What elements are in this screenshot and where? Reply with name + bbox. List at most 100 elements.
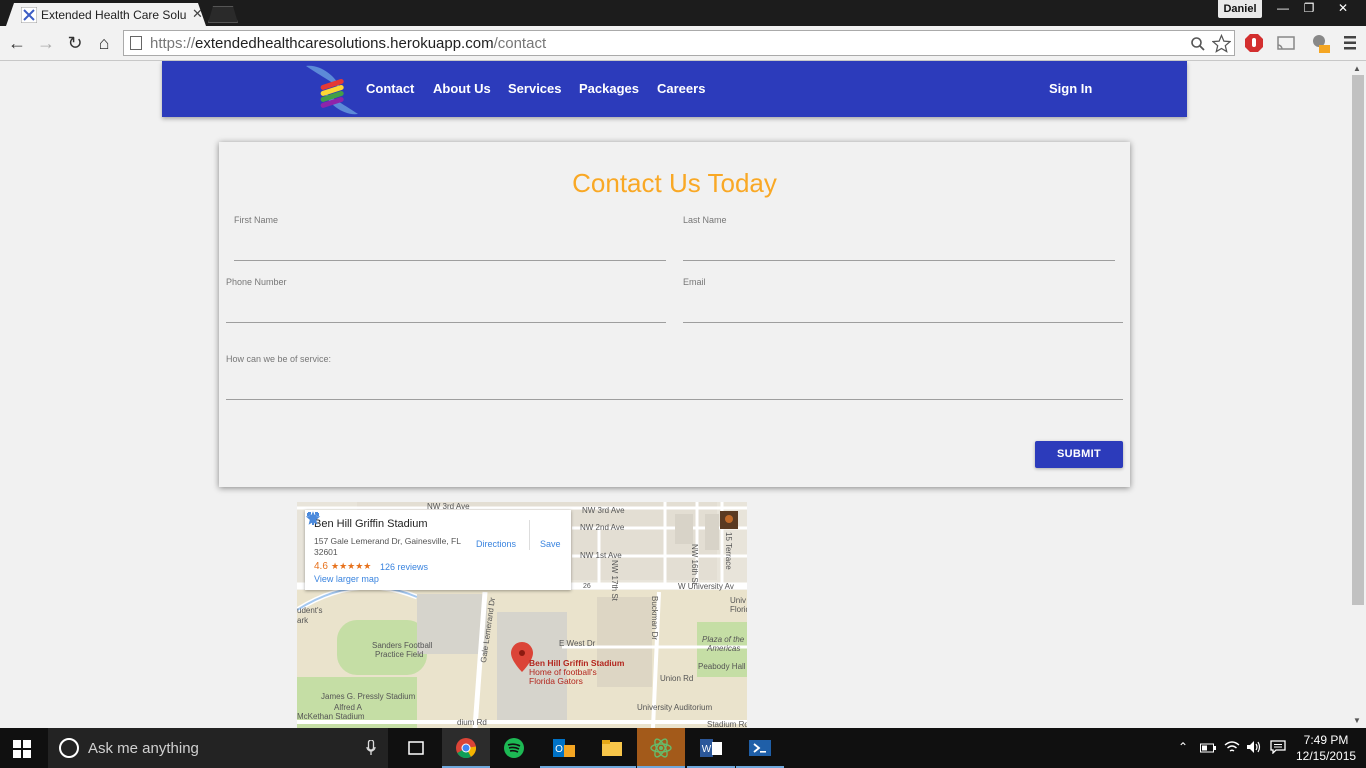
search-icon[interactable] bbox=[1190, 36, 1206, 52]
last-name-label: Last Name bbox=[683, 215, 727, 225]
bookmark-star-icon[interactable] bbox=[1212, 34, 1231, 53]
last-name-field[interactable] bbox=[683, 260, 1115, 261]
scroll-up-icon[interactable]: ▲ bbox=[1353, 64, 1361, 73]
scroll-down-icon[interactable]: ▼ bbox=[1353, 716, 1361, 725]
task-view-icon bbox=[408, 741, 424, 755]
home-button[interactable]: ⌂ bbox=[93, 33, 115, 53]
nav-about[interactable]: About Us bbox=[433, 81, 491, 96]
place-name: Ben Hill Griffin Stadium bbox=[314, 518, 428, 530]
taskbar-powershell[interactable] bbox=[736, 728, 784, 768]
spotify-icon bbox=[504, 738, 524, 758]
search-placeholder: Ask me anything bbox=[88, 740, 199, 757]
taskbar-spotify[interactable] bbox=[490, 728, 538, 768]
view-larger-map-link[interactable]: View larger map bbox=[314, 574, 379, 584]
map-label: Plaza of the bbox=[702, 635, 745, 644]
contact-form-card: Contact Us Today First Name Last Name Ph… bbox=[219, 142, 1130, 487]
minimize-button[interactable]: — bbox=[1270, 0, 1296, 18]
taskbar-atom[interactable] bbox=[637, 728, 685, 768]
outlook-icon: O bbox=[553, 739, 575, 757]
map-label: Stadium Rd bbox=[707, 720, 747, 728]
taskbar-chrome[interactable] bbox=[442, 728, 490, 768]
clock-time[interactable]: 7:49 PM bbox=[1296, 733, 1356, 747]
svg-text:W: W bbox=[702, 744, 712, 755]
task-view-button[interactable] bbox=[392, 728, 440, 768]
page-scrollbar[interactable]: ▲ ▼ bbox=[1350, 61, 1366, 728]
page-viewport: Contact About Us Services Packages Caree… bbox=[0, 61, 1350, 728]
first-name-label: First Name bbox=[234, 215, 279, 225]
chrome-menu-icon[interactable] bbox=[1340, 33, 1360, 53]
new-tab-button[interactable] bbox=[208, 6, 238, 23]
map-label: Practice Field bbox=[375, 650, 424, 659]
taskbar-word[interactable]: W bbox=[687, 728, 735, 768]
place-rating: 4.6 bbox=[314, 561, 328, 572]
phone-label: Phone Number bbox=[226, 277, 287, 287]
site-favicon-icon bbox=[21, 7, 37, 23]
volume-icon[interactable] bbox=[1246, 740, 1262, 754]
forward-button[interactable]: → bbox=[35, 33, 57, 53]
map-label: NW 17th St bbox=[610, 560, 619, 601]
submit-button[interactable]: SUBMIT bbox=[1035, 441, 1123, 468]
email-label: Email bbox=[683, 277, 706, 287]
scroll-thumb[interactable] bbox=[1352, 75, 1364, 605]
reload-button[interactable]: ↻ bbox=[64, 33, 86, 53]
wifi-icon[interactable] bbox=[1224, 740, 1240, 754]
address-bar[interactable]: https://extendedhealthcaresolutions.hero… bbox=[123, 30, 1235, 56]
tab-close-icon[interactable]: ✕ bbox=[192, 6, 203, 22]
adblock-extension-icon[interactable] bbox=[1244, 33, 1264, 53]
back-button[interactable]: ← bbox=[6, 33, 28, 53]
browser-titlebar: Extended Health Care Solu ✕ Daniel — ❐ ✕ bbox=[0, 0, 1366, 26]
map-label: ark bbox=[297, 616, 309, 625]
map-label: University Auditorium bbox=[637, 703, 713, 712]
map-label: 26 bbox=[583, 583, 591, 590]
map-label: Americas bbox=[707, 644, 741, 653]
message-label: How can we be of service: bbox=[226, 354, 332, 364]
taskbar-outlook[interactable]: O bbox=[540, 728, 588, 768]
profile-button[interactable]: Daniel bbox=[1218, 0, 1262, 18]
save-link[interactable]: Save bbox=[540, 539, 561, 549]
message-field[interactable] bbox=[226, 399, 1123, 400]
email-field[interactable] bbox=[683, 322, 1123, 323]
nav-contact[interactable]: Contact bbox=[366, 81, 414, 96]
map-label: Florid bbox=[730, 605, 747, 614]
show-hidden-icons-icon[interactable]: ⌃ bbox=[1178, 740, 1188, 754]
cortana-search-box[interactable]: Ask me anything bbox=[48, 728, 388, 768]
browser-tab[interactable]: Extended Health Care Solu ✕ bbox=[6, 3, 206, 26]
taskbar-file-explorer[interactable] bbox=[588, 728, 636, 768]
action-center-icon[interactable] bbox=[1270, 740, 1286, 754]
nav-careers[interactable]: Careers bbox=[657, 81, 705, 96]
restore-button[interactable]: ❐ bbox=[1296, 0, 1322, 18]
nav-packages[interactable]: Packages bbox=[579, 81, 639, 96]
map-label: dium Rd bbox=[457, 718, 487, 727]
close-window-button[interactable]: ✕ bbox=[1326, 0, 1360, 18]
first-name-field[interactable] bbox=[234, 260, 666, 261]
windows-start-icon[interactable] bbox=[13, 740, 31, 758]
map-label: James G. Pressly Stadium bbox=[321, 692, 416, 701]
svg-text:O: O bbox=[555, 744, 563, 755]
map-label: NW 3rd Ave bbox=[582, 506, 625, 515]
map-label: W University Av bbox=[678, 582, 734, 591]
nav-sign-in[interactable]: Sign In bbox=[1049, 81, 1092, 96]
directions-link[interactable]: Directions bbox=[476, 539, 516, 549]
clock-date[interactable]: 12/15/2015 bbox=[1296, 749, 1356, 763]
map-label: Buckman Dr bbox=[650, 596, 659, 641]
map-label: Alfred A bbox=[334, 703, 363, 712]
site-navbar: Contact About Us Services Packages Caree… bbox=[162, 61, 1187, 117]
save-star-icon[interactable] bbox=[305, 510, 321, 526]
site-logo[interactable] bbox=[302, 62, 362, 117]
atom-icon bbox=[650, 738, 672, 758]
battery-icon[interactable] bbox=[1200, 742, 1216, 754]
street-view-thumbnail[interactable] bbox=[720, 511, 738, 529]
map-label: McKethan Stadium bbox=[297, 712, 365, 721]
map-label: Peabody Hall bbox=[698, 662, 746, 671]
map-label: NW 16th St bbox=[690, 544, 699, 585]
reviews-link[interactable]: 126 reviews bbox=[380, 562, 428, 572]
extension-off-icon[interactable] bbox=[1310, 33, 1330, 53]
map-embed[interactable]: NW 3rd Ave NW 3rd Ave NW 2nd Ave NW 1st … bbox=[297, 502, 747, 728]
place-info-card: Ben Hill Griffin Stadium 157 Gale Lemera… bbox=[305, 510, 571, 590]
phone-field[interactable] bbox=[226, 322, 666, 323]
folder-icon bbox=[602, 740, 622, 756]
card-divider bbox=[529, 520, 530, 550]
cast-icon[interactable] bbox=[1276, 33, 1296, 53]
nav-services[interactable]: Services bbox=[508, 81, 562, 96]
microphone-icon[interactable] bbox=[366, 740, 376, 756]
